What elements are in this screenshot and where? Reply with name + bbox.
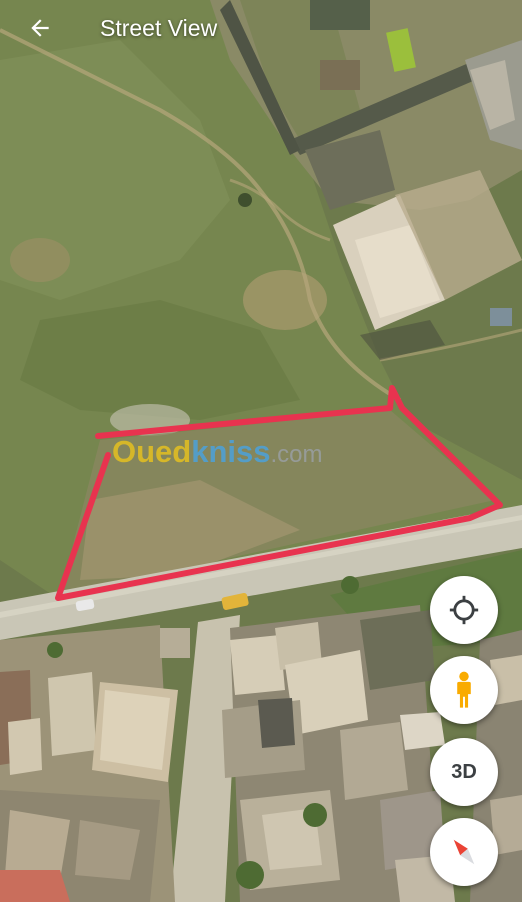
pegman-icon xyxy=(457,671,471,708)
arrow-back-icon xyxy=(31,19,49,37)
watermark-part3: .com xyxy=(270,441,323,468)
watermark-part2: kniss xyxy=(191,434,271,469)
compass-button[interactable] xyxy=(430,818,498,886)
watermark-part1: Oued xyxy=(112,434,192,469)
compass-icon xyxy=(453,839,475,865)
3d-label: 3D xyxy=(451,760,477,783)
3d-toggle-button[interactable]: 3D xyxy=(430,738,498,806)
page-title: Street View xyxy=(100,14,218,41)
back-button[interactable] xyxy=(20,8,60,48)
my-location-icon xyxy=(449,595,479,625)
my-location-button[interactable] xyxy=(430,576,498,644)
top-bar: Street View xyxy=(0,0,522,56)
street-view-pegman-button[interactable] xyxy=(430,656,498,724)
watermark: Ouedkniss.com xyxy=(112,434,323,470)
